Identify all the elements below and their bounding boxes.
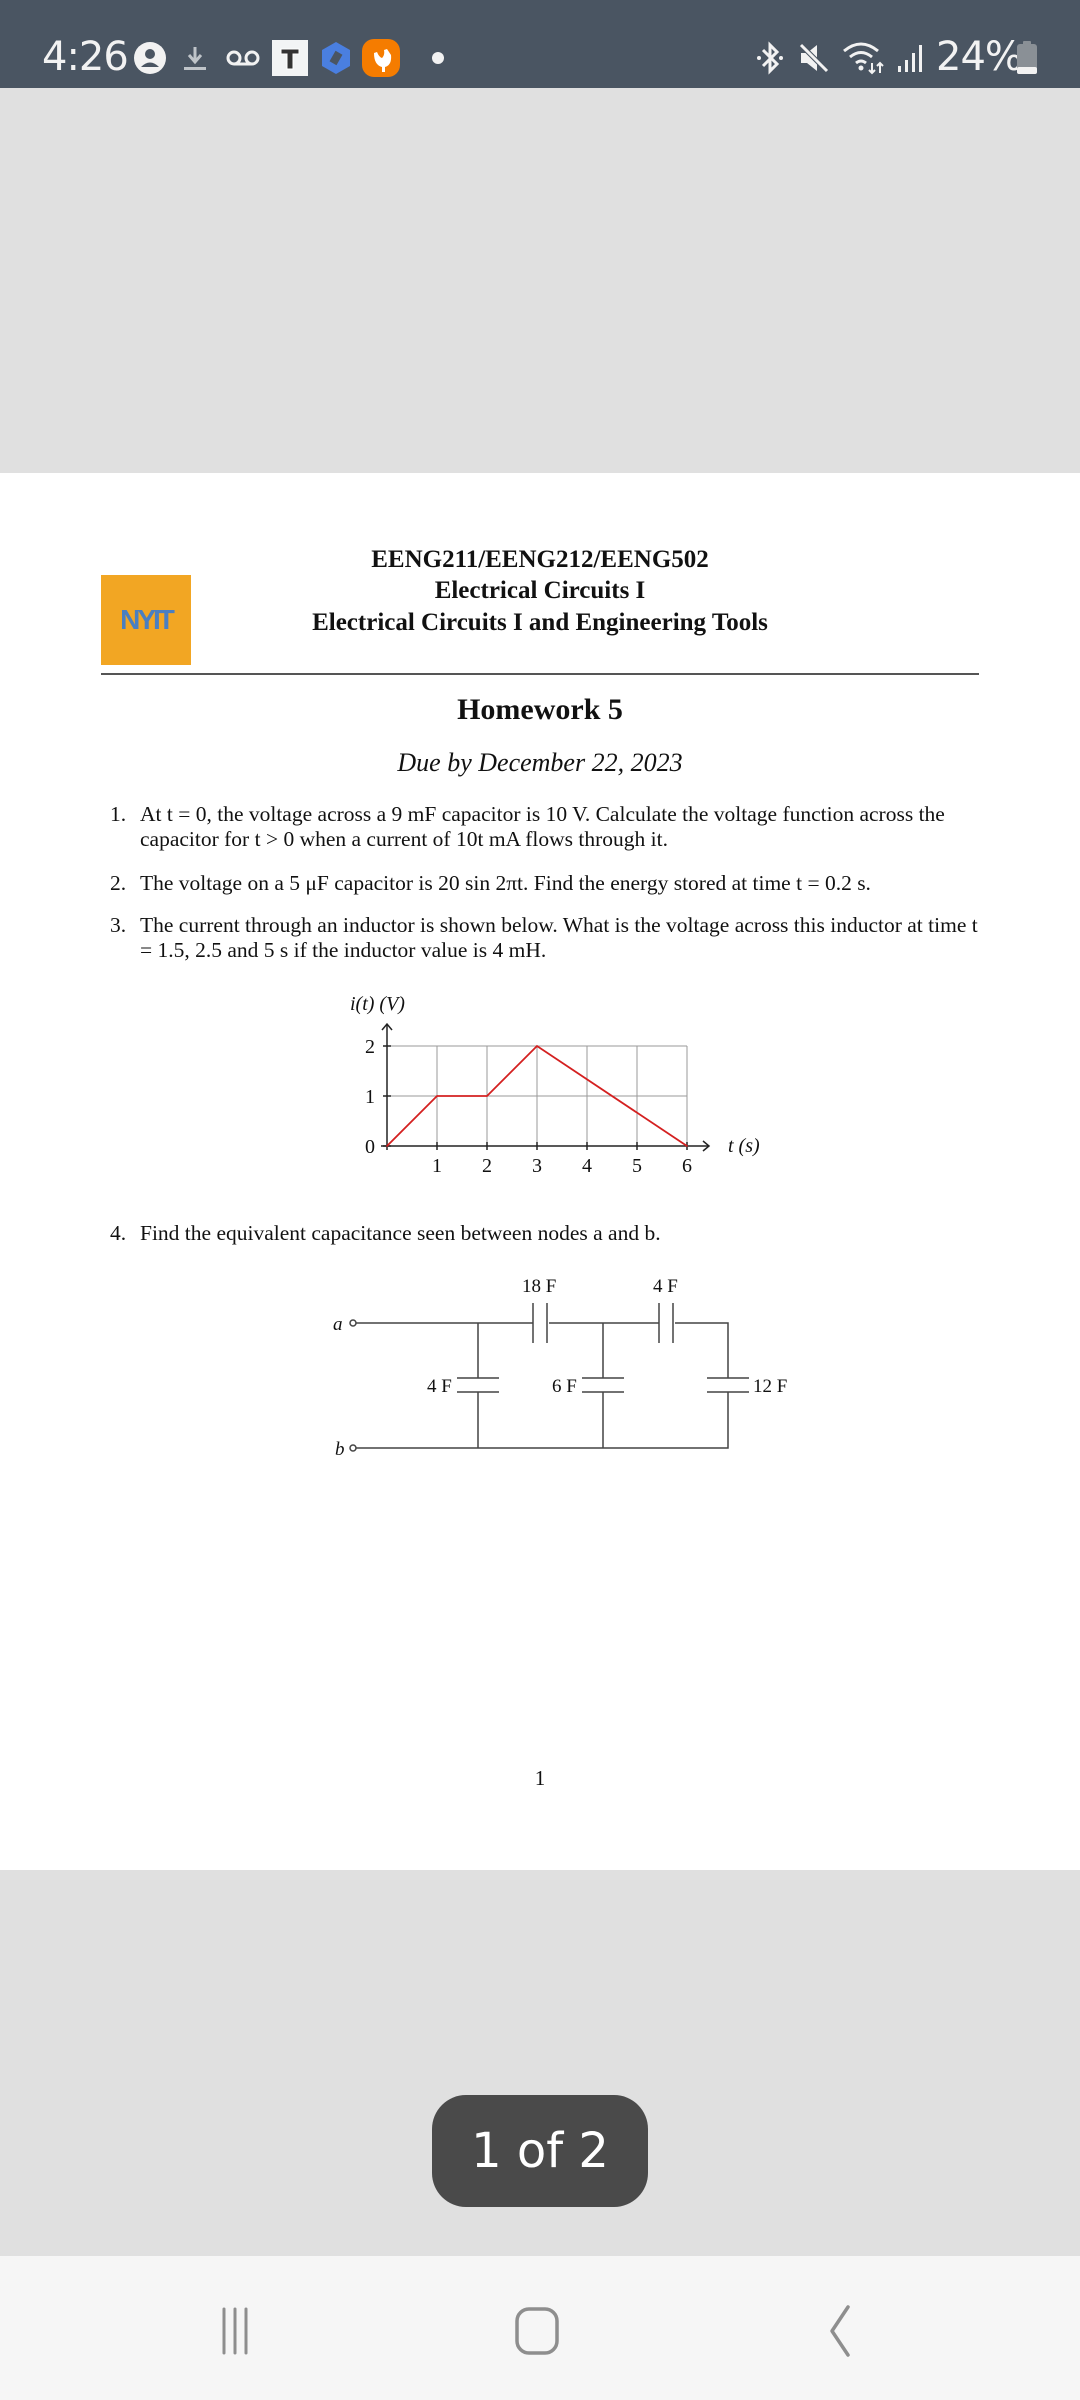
mute-icon [796,40,832,76]
terminal-b [349,1444,357,1452]
more-dot-icon [430,40,446,76]
cap-label-6f: 6 F [552,1376,577,1397]
back-icon [830,2305,850,2357]
data-point [686,1145,688,1147]
node-a-label: a [333,1314,343,1335]
signal-icon [894,40,928,76]
x-tick-label: 1 [432,1155,442,1177]
x-tick-label: 6 [682,1155,692,1177]
status-time: 4:26 [42,34,129,80]
x-tick-label: 5 [632,1155,642,1177]
capacitor-circuit: a b 18 F 4 F 4 F 6 F 12 F [333,1276,787,1460]
y-axis-label: i(t) (V) [350,993,405,1015]
node-b-label: b [335,1439,345,1460]
chart-ticks: 1 2 3 4 5 6 0 1 2 [365,1036,692,1177]
rooster-app-icon [362,39,400,77]
course-codes: EENG211/EENG212/EENG502 [371,546,709,573]
voicemail-icon [224,40,262,76]
x-tick-label: 3 [532,1155,542,1177]
data-point [486,1095,488,1097]
x-tick-label: 4 [582,1155,592,1177]
cap-label-12f: 12 F [753,1376,787,1397]
cap-label-18f: 18 F [522,1276,556,1297]
chart-grid [387,1045,688,1146]
home-button[interactable] [497,2296,577,2366]
battery-icon [1016,40,1038,76]
x-axis-label: t (s) [728,1135,760,1157]
y-tick-label: 1 [365,1086,375,1108]
cap-label-4f-series: 4 F [653,1276,678,1297]
question-3: 3. The current through an inductor is sh… [110,913,978,962]
account-circle-icon [132,40,168,76]
page-indicator: 1 of 2 [432,2095,648,2207]
bluetooth-icon [754,40,786,76]
wifi-icon [842,40,886,76]
hexagon-app-icon [318,40,354,76]
download-icon [180,40,210,76]
document-title: Homework 5 [457,693,623,726]
battery-percent: 24% [936,34,1023,80]
recents-button[interactable] [195,2296,275,2366]
course-name: Electrical Circuits I [434,577,646,604]
cap-label-4f-shunt: 4 F [427,1376,452,1397]
question-4: 4. Find the equivalent capacitance seen … [110,1221,661,1245]
y-tick-label: 0 [365,1136,375,1158]
t-app-icon [272,40,308,76]
data-point [386,1145,388,1147]
navigation-bar [0,2256,1080,2400]
y-tick-label: 2 [365,1036,375,1058]
home-icon [515,2307,559,2355]
chart-axes [381,1022,711,1152]
page-number: 1 [534,1766,546,1790]
recents-icon [222,2307,248,2355]
data-point [436,1095,438,1097]
question-1: 1. At t = 0, the voltage across a 9 mF c… [110,802,945,851]
x-tick-label: 2 [482,1155,492,1177]
course-name-alt: Electrical Circuits I and Engineering To… [312,609,768,636]
back-button[interactable] [800,2296,880,2366]
header-divider [101,673,979,675]
status-bar: 4:26 24% [0,0,1080,88]
question-2: 2. The voltage on a 5 μF capacitor is 20… [110,871,871,895]
terminal-a [349,1319,357,1327]
data-point [536,1045,538,1047]
due-date: Due by December 22, 2023 [397,748,683,777]
current-chart: 1 2 3 4 5 6 0 1 2 i(t) (V) t (s) [350,993,760,1177]
